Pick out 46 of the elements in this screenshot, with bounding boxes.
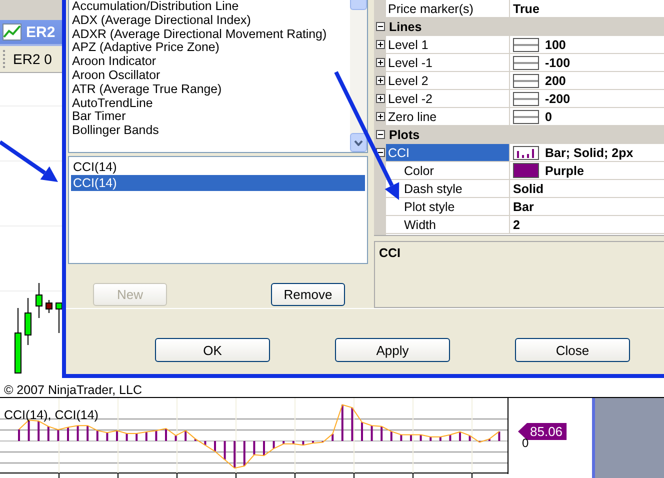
- property-value[interactable]: Solid: [513, 182, 544, 196]
- indicator-list-item[interactable]: ADXR (Average Directional Movement Rating): [72, 28, 350, 42]
- indicator-list-item[interactable]: ATR (Average True Range): [72, 82, 350, 97]
- property-label[interactable]: Color: [386, 162, 510, 179]
- remove-button[interactable]: Remove: [271, 283, 345, 306]
- indicator-list-item[interactable]: Accumulation/Distribution Line: [72, 0, 350, 14]
- property-label[interactable]: Price marker(s): [386, 0, 510, 17]
- indicator-list-item[interactable]: Aroon Indicator: [72, 55, 350, 69]
- property-label[interactable]: Level 2: [386, 72, 510, 89]
- applied-indicator-item[interactable]: CCI(14): [71, 175, 365, 191]
- property-label[interactable]: Level -1: [386, 54, 510, 71]
- property-value[interactable]: -200: [545, 92, 570, 106]
- property-value[interactable]: Purple: [545, 164, 584, 178]
- property-value[interactable]: Bar; Solid; 2px: [545, 146, 634, 160]
- instrument-label: ER2 0: [13, 51, 52, 67]
- price-marker: 85.06: [518, 423, 567, 440]
- property-value[interactable]: 200: [545, 74, 566, 88]
- applied-indicator-item[interactable]: CCI(14): [71, 159, 365, 175]
- category-header[interactable]: Plots: [374, 126, 664, 144]
- indicator-list-item[interactable]: Bollinger Bands: [72, 124, 350, 138]
- property-label[interactable]: CCI: [386, 144, 510, 161]
- category-label: Lines: [389, 20, 422, 34]
- indicator-list-item[interactable]: AutoTrendLine: [72, 96, 350, 110]
- property-label[interactable]: Level 1: [386, 36, 510, 53]
- property-value[interactable]: 0: [545, 110, 552, 124]
- ok-button[interactable]: OK: [155, 338, 270, 362]
- property-value[interactable]: 100: [545, 38, 566, 52]
- copyright-text: © 2007 NinjaTrader, LLC: [0, 383, 664, 397]
- property-value[interactable]: -100: [545, 56, 570, 70]
- apply-button[interactable]: Apply: [335, 338, 450, 362]
- close-button[interactable]: Close: [515, 338, 630, 362]
- property-value[interactable]: Bar: [513, 200, 534, 214]
- indicator-list-item[interactable]: APZ (Adaptive Price Zone): [72, 41, 350, 56]
- property-value[interactable]: 2: [513, 218, 520, 232]
- indicator-list-item[interactable]: ADX (Average Directional Index): [72, 14, 350, 28]
- property-label[interactable]: Zero line: [386, 108, 510, 125]
- description-panel: CCI: [374, 240, 664, 308]
- indicator-label: CCI(14), CCI(14): [4, 408, 98, 422]
- indicator-list-item[interactable]: Aroon Oscillator: [72, 68, 350, 83]
- category-label: Plots: [389, 128, 420, 142]
- property-value[interactable]: True: [513, 2, 540, 16]
- indicator-list-item[interactable]: Bar Timer: [72, 110, 350, 124]
- category-header[interactable]: Lines: [374, 18, 664, 36]
- window-title: ER2: [26, 24, 56, 40]
- property-label[interactable]: Width: [386, 216, 510, 233]
- property-label[interactable]: Level -2: [386, 90, 510, 107]
